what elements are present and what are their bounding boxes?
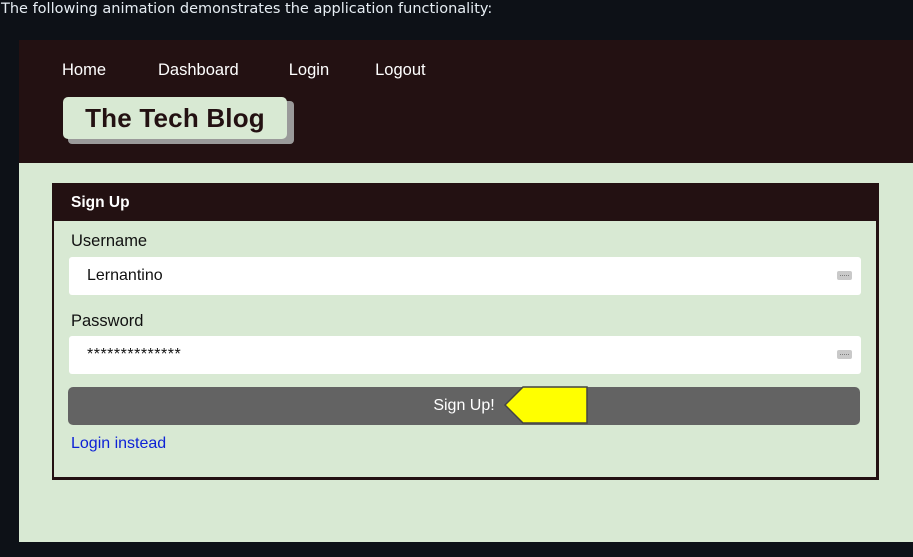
password-manager-key-icon[interactable]	[837, 350, 852, 359]
username-value: Lernantino	[87, 267, 163, 284]
password-label: Password	[71, 312, 144, 330]
nav-home-link[interactable]: Home	[62, 60, 106, 80]
app-screenshot-frame: Home Dashboard Login Logout The Tech Blo…	[19, 40, 913, 542]
main-nav: Home Dashboard Login Logout	[62, 60, 426, 80]
nav-login-link[interactable]: Login	[289, 60, 329, 80]
nav-logout-link[interactable]: Logout	[375, 60, 425, 80]
signup-card-header: Sign Up	[54, 185, 876, 221]
signup-button[interactable]: Sign Up!	[68, 387, 860, 425]
password-manager-key-icon[interactable]	[837, 271, 852, 280]
site-logo-title[interactable]: The Tech Blog	[63, 97, 287, 139]
nav-dashboard-link[interactable]: Dashboard	[158, 60, 239, 80]
login-instead-link[interactable]: Login instead	[71, 434, 166, 454]
signup-form-card: Sign Up Username Lernantino Password ***…	[52, 183, 879, 480]
yellow-pointer-arrow-icon	[503, 386, 588, 424]
password-input[interactable]: **************	[69, 336, 861, 374]
site-header: Home Dashboard Login Logout The Tech Blo…	[19, 40, 913, 163]
username-label: Username	[71, 232, 148, 250]
password-value: **************	[87, 346, 182, 363]
readme-caption: The following animation demonstrates the…	[1, 1, 493, 17]
username-input[interactable]: Lernantino	[69, 257, 861, 295]
